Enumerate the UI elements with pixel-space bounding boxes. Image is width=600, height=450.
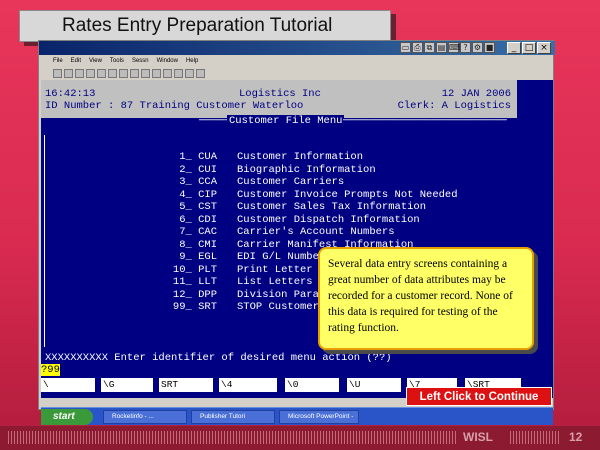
minimize-button[interactable]: _ [507, 42, 521, 54]
menu-title-rule-right: ────────────────────────── [343, 115, 507, 127]
menu-label[interactable]: Customer Invoice Prompts Not Needed [237, 189, 458, 201]
settings-icon[interactable]: ⚙ [472, 42, 483, 53]
menu-code[interactable]: 2_ CUI [147, 164, 217, 176]
maximize-button[interactable]: □ [522, 42, 536, 54]
taskbar-item[interactable]: Publisher Tutori [191, 410, 275, 424]
menu-code[interactable]: 3_ CCA [147, 176, 217, 188]
function-key[interactable]: SRT [159, 378, 213, 392]
new-icon[interactable] [53, 68, 62, 78]
time-display: 16:42:13 [45, 88, 96, 100]
continue-button[interactable]: Left Click to Continue [406, 387, 552, 406]
callout-text: Several data entry screens containing a … [328, 258, 513, 334]
start-button[interactable]: start [41, 409, 93, 425]
menu-code[interactable]: 4_ CIP [147, 189, 217, 201]
menu-code[interactable]: 5_ CST [147, 201, 217, 213]
menu-code[interactable]: 9_ EGL [147, 251, 217, 263]
macro-icon[interactable] [185, 68, 194, 78]
copy-tool-icon[interactable] [108, 68, 117, 78]
taskbar-item[interactable]: Microsoft PowerPoint - [279, 410, 359, 424]
help-icon[interactable]: ? [460, 42, 471, 53]
menu-help[interactable]: Help [186, 58, 198, 64]
tool-row [53, 67, 205, 79]
page-number: 12 [569, 430, 583, 444]
menu-window[interactable]: Window [157, 58, 178, 64]
menu-code[interactable]: 8_ CMI [147, 239, 217, 251]
cut-icon[interactable] [97, 68, 106, 78]
footer-stripes-right [510, 431, 560, 444]
info-callout: Several data entry screens containing a … [318, 247, 534, 350]
menu-tools[interactable]: Tools [110, 58, 124, 64]
function-key[interactable]: \G [101, 378, 153, 392]
clerk-name: Clerk: A Logistics [397, 100, 511, 112]
terminal-screen[interactable]: 16:42:13 Logistics Inc 12 JAN 2006 ID Nu… [41, 80, 553, 398]
function-key[interactable]: \0 [285, 378, 339, 392]
menu-session[interactable]: Sessn [132, 58, 149, 64]
footer-stripes-left [8, 431, 456, 444]
menu-label[interactable]: Carrier's Account Numbers [237, 226, 395, 238]
toolbar-icons: ▭ ⎙ ⧉ ▤ ⌨ ? ⚙ ■ [400, 42, 495, 54]
menu-file[interactable]: File [53, 58, 63, 64]
menu-label[interactable]: Print Letter [237, 264, 313, 276]
function-key[interactable]: \4 [219, 378, 277, 392]
menu-code[interactable]: 7_ CAC [147, 226, 217, 238]
keyboard-icon[interactable]: ⌨ [448, 42, 461, 53]
copy-icon[interactable]: ⧉ [424, 42, 435, 53]
menu-label[interactable]: EDI G/L Numbe [237, 251, 319, 263]
menu-code[interactable]: 1_ CUA [147, 151, 217, 163]
close-button[interactable]: × [537, 42, 551, 54]
menu-code[interactable]: 11_ LLT [147, 276, 217, 288]
company-name: Logistics Inc [239, 88, 321, 100]
function-key[interactable]: \ [41, 378, 95, 392]
slide-title-text: Rates Entry Preparation Tutorial [62, 15, 333, 36]
date-display: 12 JAN 2006 [441, 88, 511, 100]
menu-code[interactable]: 6_ CDI [147, 214, 217, 226]
menu-label[interactable]: Division Para [237, 289, 319, 301]
menu-code[interactable]: 12_ DPP [147, 289, 217, 301]
function-key[interactable]: \U [347, 378, 401, 392]
menu-label[interactable]: Customer Carriers [237, 176, 344, 188]
record-icon[interactable] [163, 68, 172, 78]
menu-view[interactable]: View [89, 58, 102, 64]
info-icon[interactable] [196, 68, 205, 78]
menu-label[interactable]: Customer Information [237, 151, 363, 163]
window-controls: _ □ × [507, 42, 551, 54]
taskbar-item[interactable]: Rocketinfo - ... [103, 410, 187, 424]
taskbar: start Rocketinfo - ... Publisher Tutori … [41, 407, 553, 425]
menu-prompt: XXXXXXXXXX Enter identifier of desired m… [45, 352, 392, 364]
printer-icon[interactable]: ⎙ [412, 42, 423, 53]
print-icon[interactable] [86, 68, 95, 78]
menu-label[interactable]: Customer Dispatch Information [237, 214, 420, 226]
menu-label[interactable]: STOP Customer [237, 301, 319, 313]
disconnect-icon[interactable] [152, 68, 161, 78]
id-line: ID Number : 87 Training Customer Waterlo… [45, 100, 304, 112]
menu-label[interactable]: Customer Sales Tax Information [237, 201, 426, 213]
connect-icon[interactable] [141, 68, 150, 78]
find-icon[interactable] [130, 68, 139, 78]
menu-title: Customer File Menu [227, 115, 345, 127]
open-icon[interactable] [64, 68, 73, 78]
stop-icon[interactable]: ■ [484, 42, 495, 53]
paste-icon[interactable]: ▤ [436, 42, 447, 53]
menu-edit[interactable]: Edit [71, 58, 81, 64]
menu-label[interactable]: Biographic Information [237, 164, 376, 176]
menu-label[interactable]: List Letters [237, 276, 313, 288]
left-rule [44, 135, 45, 347]
slide-title: Rates Entry Preparation Tutorial [19, 10, 391, 42]
terminal-header: 16:42:13 Logistics Inc 12 JAN 2006 ID Nu… [41, 80, 517, 118]
command-input[interactable]: ?99 [41, 364, 60, 376]
footer-brand: WISL [463, 430, 493, 444]
paste-tool-icon[interactable] [119, 68, 128, 78]
menu-code[interactable]: 10_ PLT [147, 264, 217, 276]
menu-code[interactable]: 99_ SRT [147, 301, 217, 313]
save-icon[interactable] [75, 68, 84, 78]
menu-bar: File Edit View Tools Sessn Window Help [53, 55, 198, 66]
window-icon[interactable]: ▭ [400, 42, 411, 53]
play-icon[interactable] [174, 68, 183, 78]
